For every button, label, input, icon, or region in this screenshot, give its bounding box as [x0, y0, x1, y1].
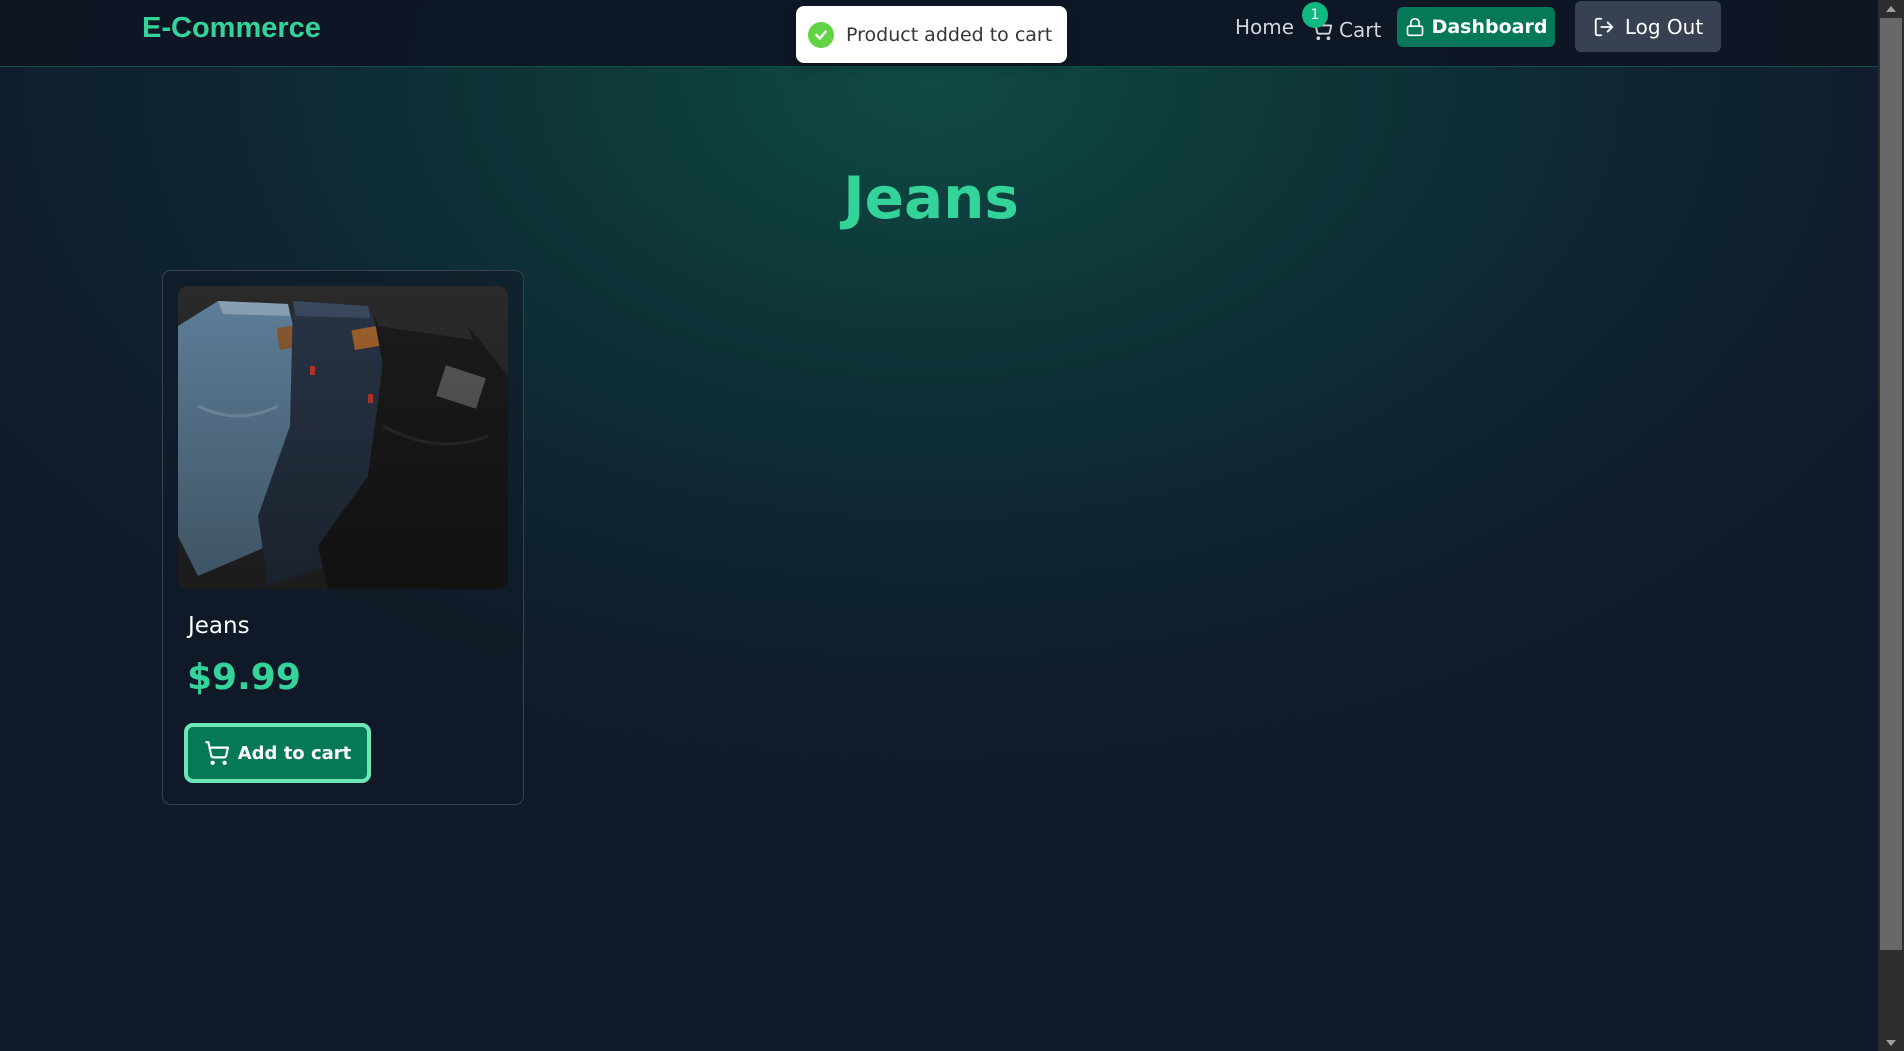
scroll-down-arrow-icon[interactable]	[1886, 1040, 1896, 1046]
main-area: E-Commerce Home Cart 1 Dashboard Log Out…	[0, 0, 1878, 1051]
toast-message: Product added to cart	[846, 23, 1053, 46]
vertical-scrollbar[interactable]	[1878, 0, 1904, 1051]
add-to-cart-button[interactable]: Add to cart	[184, 723, 371, 783]
shopping-cart-icon	[204, 741, 229, 765]
scrollbar-thumb[interactable]	[1880, 18, 1902, 950]
check-circle-icon	[808, 21, 834, 48]
add-to-cart-label: Add to cart	[237, 742, 352, 764]
log-out-icon	[1594, 17, 1613, 36]
page: E-Commerce Home Cart 1 Dashboard Log Out…	[0, 0, 1904, 1051]
dashboard-button[interactable]: Dashboard	[1397, 7, 1555, 47]
toast-notification: Product added to cart	[796, 6, 1067, 63]
product-price: $9.99	[187, 657, 301, 698]
cart-count-badge: 1	[1302, 2, 1328, 28]
nav-cart-label: Cart	[1339, 18, 1382, 42]
product-card: Jeans $9.99 Add to cart	[162, 270, 524, 805]
scroll-up-arrow-icon[interactable]	[1886, 6, 1896, 12]
category-title: Jeans	[843, 164, 1019, 232]
logout-button-label: Log Out	[1624, 14, 1704, 39]
product-image	[178, 286, 508, 589]
dashboard-button-label: Dashboard	[1431, 16, 1548, 38]
product-name: Jeans	[188, 613, 250, 639]
logout-button[interactable]: Log Out	[1575, 1, 1721, 52]
lock-icon	[1406, 17, 1423, 37]
brand-logo-link[interactable]: E-Commerce	[142, 12, 321, 45]
nav-home-link[interactable]: Home	[1235, 15, 1294, 39]
